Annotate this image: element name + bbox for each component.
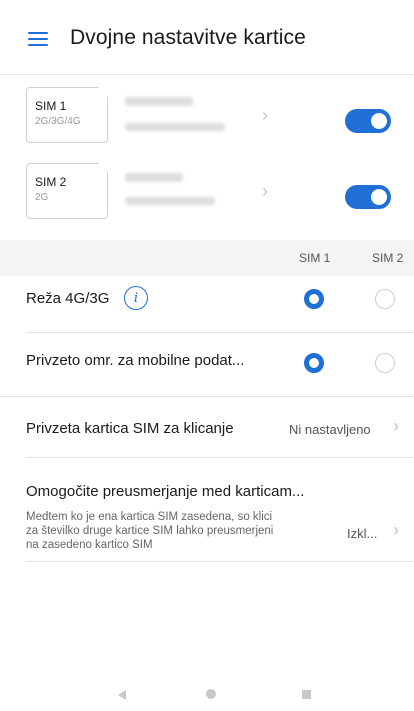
default-data-sim2-radio[interactable] <box>375 353 395 373</box>
app-header: Dvojne nastavitve kartice <box>0 0 414 74</box>
sim2-network: 2G <box>35 192 49 203</box>
sim2-number-blurred <box>125 197 215 205</box>
sim1-name: SIM 1 <box>35 99 67 113</box>
default-calling-label: Privzeta kartica SIM za klicanje <box>26 420 234 437</box>
sim2-card-icon: SIM 2 2G <box>26 163 108 219</box>
sim2-name: SIM 2 <box>35 175 67 189</box>
row-divider <box>26 561 414 562</box>
default-data-network-label: Privzeto omr. za mobilne podat... <box>26 352 245 369</box>
slot-4g3g-label: Reža 4G/3G <box>26 290 110 307</box>
column-sim1: SIM 1 <box>299 251 331 265</box>
call-forwarding-description: Medtem ko je ena kartica SIM zasedena, s… <box>26 511 274 551</box>
call-forwarding-chevron-right-icon: › <box>393 520 399 540</box>
slot-4g3g-sim1-radio[interactable] <box>304 289 324 309</box>
sim2-carrier-blurred <box>125 173 183 182</box>
recent-apps-icon[interactable] <box>302 690 311 699</box>
menu-icon[interactable] <box>28 32 48 46</box>
column-sim2: SIM 2 <box>372 251 404 265</box>
home-icon[interactable] <box>206 689 216 699</box>
sim1-carrier-blurred <box>125 97 193 106</box>
sim1-network: 2G/3G/4G <box>35 116 81 127</box>
sim1-card-icon: SIM 1 2G/3G/4G <box>26 87 108 143</box>
sim-columns-header <box>0 240 414 276</box>
sim1-number-blurred <box>125 123 225 131</box>
sim2-row[interactable]: SIM 2 2G › <box>0 163 414 233</box>
call-forwarding-label: Omogočite preusmerjanje med karticam... <box>26 483 305 500</box>
row-divider <box>26 457 414 458</box>
sim2-toggle[interactable] <box>345 185 391 209</box>
default-calling-row[interactable]: Privzeta kartica SIM za klicanje Ni nast… <box>0 400 414 454</box>
sim1-chevron-right-icon: › <box>262 105 268 125</box>
system-nav-bar <box>0 676 414 711</box>
sim2-chevron-right-icon: › <box>262 181 268 201</box>
default-calling-value: Ni nastavljeno <box>289 422 371 437</box>
default-data-sim1-radio[interactable] <box>304 353 324 373</box>
section-divider <box>0 396 414 397</box>
back-icon[interactable] <box>118 690 126 700</box>
slot-4g3g-sim2-radio[interactable] <box>375 289 395 309</box>
sim1-row[interactable]: SIM 1 2G/3G/4G › <box>0 87 414 157</box>
info-icon[interactable]: i <box>124 286 148 310</box>
header-divider <box>0 74 414 75</box>
default-calling-chevron-right-icon: › <box>393 416 399 436</box>
sim1-toggle[interactable] <box>345 109 391 133</box>
page-title: Dvojne nastavitve kartice <box>70 26 306 49</box>
row-divider <box>26 332 414 333</box>
